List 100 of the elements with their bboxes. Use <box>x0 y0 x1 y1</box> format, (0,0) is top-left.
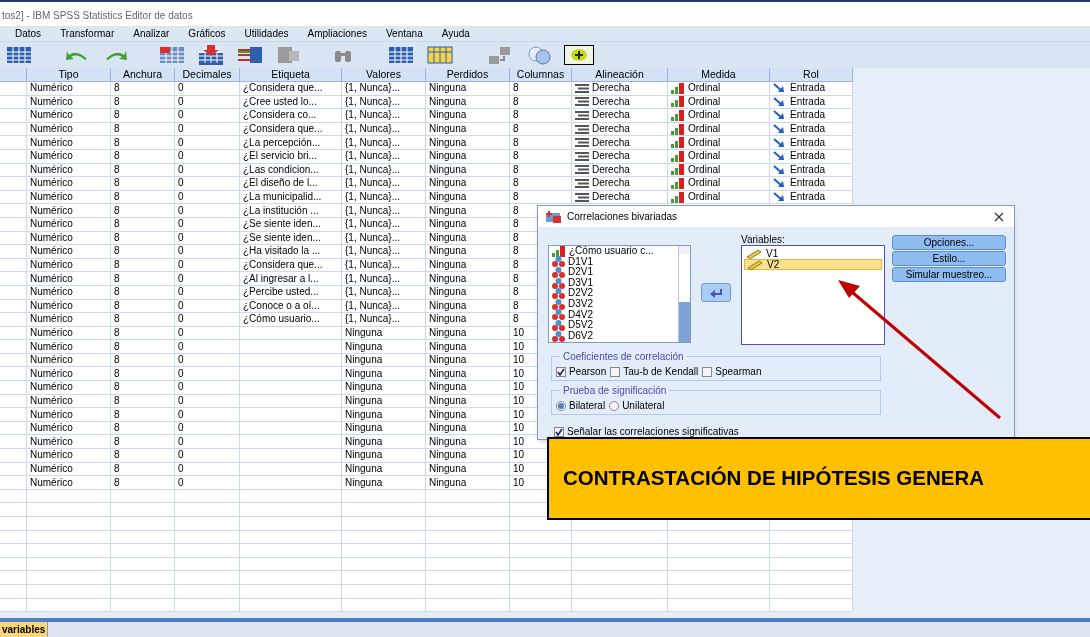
table-icon[interactable] <box>387 45 415 65</box>
menu-item[interactable]: Datos <box>15 26 42 41</box>
table-cell: Numérico <box>27 272 111 286</box>
table-cell: Ninguna <box>342 408 426 422</box>
table-cell: ¿La institución ... <box>240 204 342 218</box>
row-header[interactable] <box>0 177 27 191</box>
table-cell <box>175 503 240 517</box>
list-item[interactable]: V1 <box>744 248 882 259</box>
table-cell: Numérico <box>27 313 111 327</box>
arrow-icon <box>773 96 785 107</box>
column-header[interactable]: Etiqueta <box>240 68 342 82</box>
column-header[interactable]: Decimales <box>175 68 240 82</box>
nominal-icon <box>552 267 565 278</box>
nominal-icon <box>552 298 565 310</box>
table-cell: 0 <box>175 136 240 150</box>
table-cell: 0 <box>175 109 240 123</box>
row-header[interactable] <box>0 340 27 354</box>
value-labels-icon[interactable] <box>426 45 454 65</box>
checkbox[interactable] <box>702 366 713 377</box>
column-header[interactable]: Tipo <box>27 68 111 82</box>
radio-label: Bilateral <box>569 399 606 413</box>
column-header[interactable]: Anchura <box>111 68 175 82</box>
insert-variable-icon[interactable] <box>236 45 264 65</box>
row-header[interactable] <box>0 272 27 286</box>
row-header[interactable] <box>0 517 27 531</box>
checkbox[interactable] <box>610 366 621 377</box>
checkbox[interactable] <box>554 426 564 437</box>
dialog-button[interactable]: Estilo... <box>892 251 1006 266</box>
arrow-icon <box>773 164 785 175</box>
column-header[interactable]: Columnas <box>510 68 572 82</box>
table-cell: Ninguna <box>426 82 510 96</box>
table-cell: Ninguna <box>426 245 510 259</box>
row-header[interactable] <box>0 544 27 558</box>
row-header[interactable] <box>0 435 27 450</box>
menu-item[interactable]: Ampliaciones <box>307 26 367 41</box>
table-cell: Entrada <box>770 82 853 96</box>
row-header[interactable] <box>0 476 27 490</box>
add-button[interactable] <box>564 45 594 65</box>
radio-button[interactable] <box>609 400 620 411</box>
row-header[interactable] <box>0 136 27 150</box>
data-grid-icon[interactable] <box>5 45 33 65</box>
table-cell: 8 <box>111 204 175 218</box>
checkbox[interactable] <box>556 366 566 377</box>
column-header[interactable]: Perdidos <box>426 68 510 82</box>
menu-item[interactable]: Analizar <box>133 26 170 41</box>
dialog-button[interactable]: Simular muestreo... <box>892 267 1006 282</box>
bar-chart-icon <box>671 96 685 108</box>
table-cell: 0 <box>175 476 240 490</box>
table-cell: Ninguna <box>342 476 426 490</box>
table-cell: Entrada <box>770 109 853 123</box>
sheet-tab[interactable]: variables <box>0 622 49 637</box>
bar-chart-icon <box>671 137 685 149</box>
row-header[interactable] <box>0 408 27 422</box>
table-cell: {1, Nunca}... <box>342 109 426 123</box>
table-cell: {1, Nunca}... <box>342 313 426 327</box>
table-cell: Numérico <box>27 82 111 96</box>
table-cell <box>111 571 175 585</box>
menu-item[interactable]: Transformar <box>60 26 115 41</box>
column-header[interactable]: Medida <box>668 68 770 82</box>
table-cell: 0 <box>175 272 240 286</box>
table-cell: Numérico <box>27 367 111 382</box>
menu-item[interactable]: Gráficos <box>188 26 226 41</box>
table-cell: 0 <box>175 449 240 463</box>
row-header[interactable] <box>0 82 27 96</box>
dialog-button[interactable]: Opciones... <box>892 235 1006 250</box>
move-back-button[interactable] <box>701 283 731 302</box>
column-header[interactable]: Rol <box>770 68 853 82</box>
variable-list[interactable]: ¿Cómo usuario c... D1V1 D2V1 D3V1 D2V2 D3V2 D4V2 D5V2 D6V2 <box>548 245 691 343</box>
table-cell: 8 <box>111 82 175 96</box>
menu-item[interactable]: Ayuda <box>441 26 470 41</box>
row-header[interactable] <box>0 381 27 395</box>
row-header[interactable] <box>0 449 27 463</box>
radio-button[interactable] <box>556 400 566 411</box>
table-cell: Ninguna <box>426 476 510 490</box>
row-header[interactable] <box>0 367 27 382</box>
row-header[interactable] <box>0 245 27 259</box>
variables-list[interactable]: V1 V2 <box>741 245 885 345</box>
row-header[interactable] <box>0 204 27 218</box>
row-header[interactable] <box>0 571 27 585</box>
insert-case-icon[interactable] <box>197 45 225 65</box>
scrollbar[interactable] <box>678 246 690 342</box>
column-header[interactable]: Valores <box>342 68 426 82</box>
goto-case-icon[interactable] <box>158 45 186 65</box>
row-header[interactable] <box>0 503 27 517</box>
column-header[interactable]: Alineación <box>572 68 668 82</box>
menu-item[interactable]: Ventana <box>386 26 423 41</box>
checkbox-label: Spearman <box>715 365 762 379</box>
table-cell: Ninguna <box>426 177 510 191</box>
table-cell: 8 <box>111 272 175 286</box>
table-cell: Ordinal <box>668 82 770 96</box>
close-icon[interactable] <box>994 211 1004 222</box>
table-cell: Ninguna <box>426 449 510 463</box>
circles-icon[interactable] <box>525 45 553 65</box>
table-cell: 8 <box>111 109 175 123</box>
row-header[interactable] <box>0 313 27 327</box>
align-icon <box>575 97 589 107</box>
bar-chart-icon <box>671 177 685 189</box>
row-header[interactable] <box>0 109 27 123</box>
list-item[interactable]: V2 <box>744 259 882 270</box>
menu-item[interactable]: Utilidades <box>244 26 289 41</box>
